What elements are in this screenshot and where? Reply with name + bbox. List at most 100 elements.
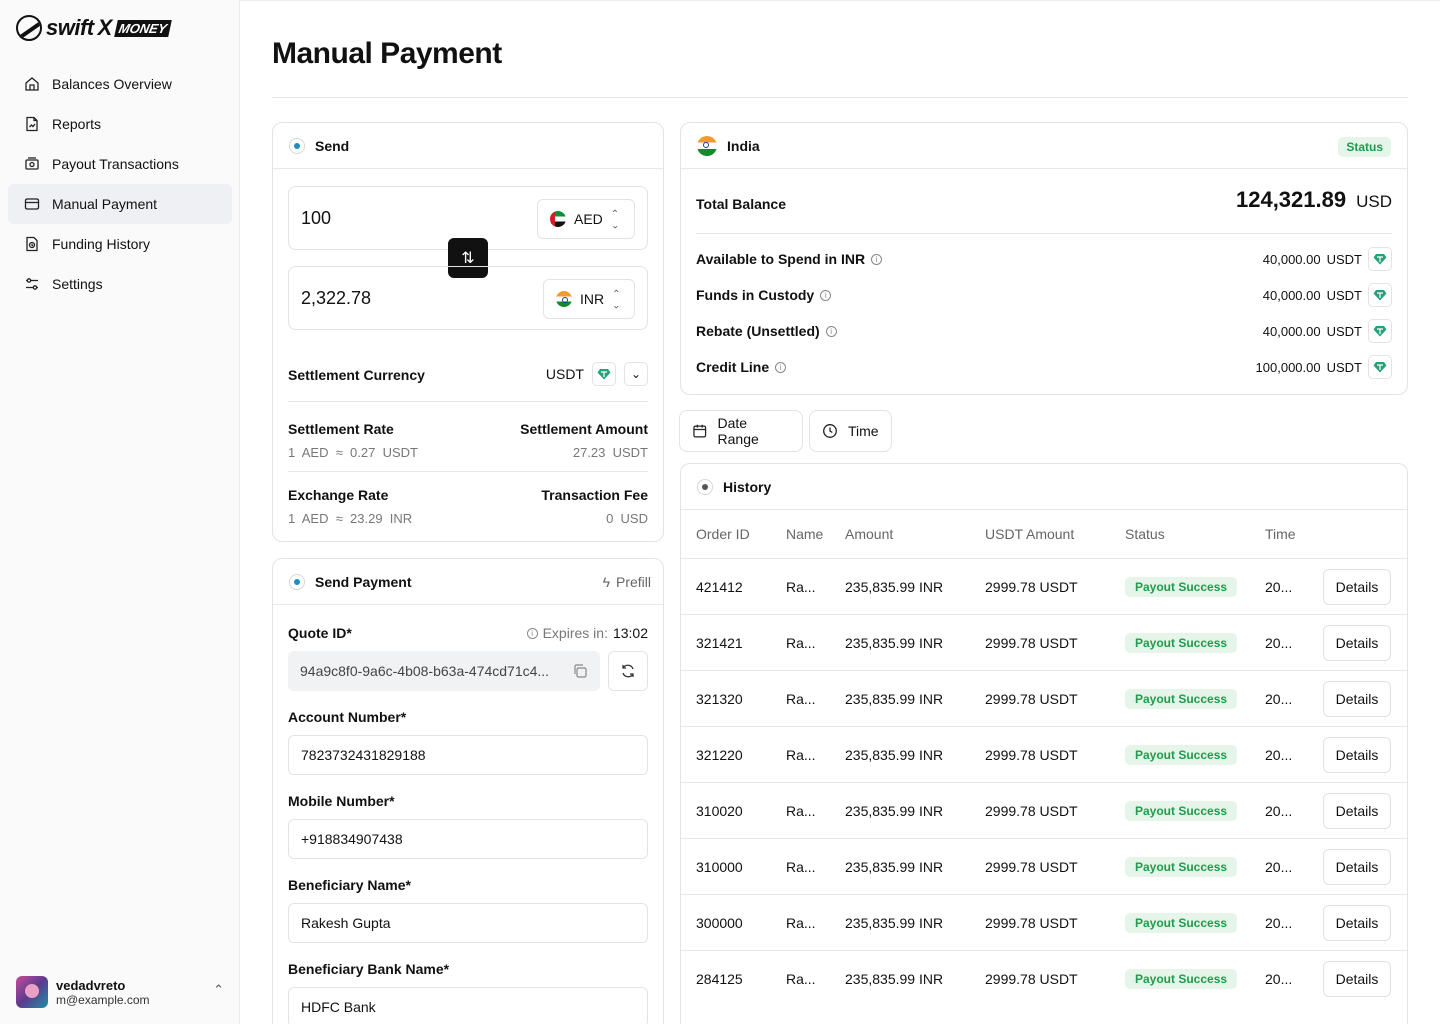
- app-root: swift X MONEY Balances Overview Reports …: [0, 0, 1440, 1024]
- details-button[interactable]: Details: [1323, 905, 1391, 941]
- sidebar-item-funding-history[interactable]: Funding History: [8, 224, 232, 264]
- user-name: vedadvreto: [56, 977, 126, 993]
- sidebar: swift X MONEY Balances Overview Reports …: [0, 0, 240, 1024]
- sidebar-item-reports[interactable]: Reports: [8, 104, 232, 144]
- divider: [288, 401, 648, 402]
- radio-dot-icon: [289, 137, 305, 154]
- history-title: History: [723, 478, 772, 495]
- send-card-header: Send: [273, 123, 663, 169]
- table-header-col-name: Name: [786, 526, 824, 542]
- from-currency-select[interactable]: AED ⌃ ⌃: [537, 199, 635, 239]
- user-menu[interactable]: vedadvreto m@example.com ⌃: [16, 974, 224, 1010]
- date-range-label: Date Range: [717, 415, 759, 447]
- beneficiary-name-input[interactable]: Rakesh Gupta: [288, 903, 648, 943]
- copy-icon[interactable]: [572, 663, 588, 679]
- cell-amount: 235,835.99 INR: [845, 691, 944, 707]
- table-row: 321320 Ra... 235,835.99 INR 2999.78 USDT Pay…: [681, 670, 1407, 726]
- sidebar-item-settings[interactable]: Settings: [8, 264, 232, 304]
- cell-time: 20...: [1265, 691, 1293, 707]
- cell-order-id: 284125: [696, 971, 743, 987]
- quote-id-value: 94a9c8f0-9a6c-4b08-b63a-474cd71c4...: [300, 663, 550, 679]
- total-balance-currency: USD: [1356, 192, 1392, 211]
- date-range-button[interactable]: Date Range: [679, 410, 803, 452]
- usdt-icon: [1368, 355, 1392, 379]
- settlement-currency-select[interactable]: USDT ⌄: [546, 362, 648, 386]
- avatar: [16, 976, 48, 1008]
- cell-order-id: 310000: [696, 859, 743, 875]
- total-balance: 124,321.89 USD: [1236, 187, 1392, 213]
- balance-row: Credit Line i 100,000.00 USDT: [696, 355, 1392, 379]
- usdt-icon: [1368, 319, 1392, 343]
- mobile-number-input[interactable]: +918834907438: [288, 819, 648, 859]
- cell-usdt-amount: 2999.78 USDT: [985, 635, 1078, 651]
- brand-name-suffix: MONEY: [114, 19, 172, 37]
- info-icon[interactable]: i: [775, 361, 787, 373]
- account-number-input[interactable]: 7823732431829188: [288, 735, 648, 775]
- to-amount-input[interactable]: 2,322.78 INR ⌃ ⌃: [288, 266, 648, 330]
- cell-usdt-amount: 2999.78 USDT: [985, 747, 1078, 763]
- sidebar-item-label: Funding History: [52, 236, 151, 252]
- info-icon[interactable]: i: [820, 289, 832, 301]
- cell-usdt-amount: 2999.78 USDT: [985, 915, 1078, 931]
- balance-row-unit: USDT: [1326, 323, 1362, 339]
- balance-row: Available to Spend in INR i 40,000.00 USDT: [696, 247, 1392, 271]
- settlement-rate-value: 1 AED ≈ 0.27 USDT: [288, 445, 418, 460]
- time-filter-button[interactable]: Time: [809, 410, 892, 452]
- to-currency-code: INR: [580, 291, 605, 307]
- details-button[interactable]: Details: [1323, 569, 1391, 605]
- cell-amount: 235,835.99 INR: [845, 971, 944, 987]
- table-header-col-status: Status: [1125, 526, 1165, 542]
- balance-row-value: 40,000.00: [1262, 251, 1321, 267]
- cell-time: 20...: [1265, 971, 1293, 987]
- details-button[interactable]: Details: [1323, 961, 1391, 997]
- total-balance-label: Total Balance: [696, 196, 786, 212]
- info-icon[interactable]: i: [825, 325, 837, 337]
- usdt-icon: [592, 362, 616, 386]
- settlement-currency-value: USDT: [545, 366, 584, 382]
- quote-id-field[interactable]: 94a9c8f0-9a6c-4b08-b63a-474cd71c4...: [288, 651, 600, 691]
- cell-usdt-amount: 2999.78 USDT: [985, 579, 1078, 595]
- send-payment-card: Send Payment ϟ Prefill Quote ID* i Expir…: [272, 558, 664, 1024]
- info-icon[interactable]: i: [871, 253, 883, 265]
- details-button[interactable]: Details: [1323, 681, 1391, 717]
- beneficiary-name-value: Rakesh Gupta: [301, 915, 391, 931]
- sidebar-item-label: Manual Payment: [52, 196, 158, 212]
- to-currency-select[interactable]: INR ⌃ ⌃: [543, 279, 635, 319]
- status-badge: Status: [1338, 137, 1391, 157]
- refresh-quote-button[interactable]: [608, 651, 648, 691]
- country-name: India: [727, 137, 760, 154]
- brand-logo[interactable]: swift X MONEY: [16, 14, 172, 42]
- divider: [696, 233, 1392, 234]
- balance-row-value: 100,000.00: [1255, 359, 1321, 375]
- cell-name: Ra...: [786, 747, 816, 763]
- details-button[interactable]: Details: [1323, 849, 1391, 885]
- cell-time: 20...: [1265, 747, 1293, 763]
- sidebar-item-balances-overview[interactable]: Balances Overview: [8, 64, 232, 104]
- chevron-up-down-icon: ⌃: [213, 982, 224, 997]
- status-badge: Payout Success: [1125, 689, 1238, 709]
- mobile-number-label: Mobile Number*: [288, 793, 395, 809]
- sidebar-item-label: Payout Transactions: [52, 156, 179, 172]
- prefill-button[interactable]: ϟ Prefill: [603, 574, 651, 590]
- beneficiary-bank-input[interactable]: HDFC Bank: [288, 987, 648, 1024]
- cell-name: Ra...: [786, 915, 816, 931]
- beneficiary-bank-value: HDFC Bank: [301, 999, 376, 1015]
- settlement-rate-label: Settlement Rate: [288, 421, 394, 437]
- balance-row-label: Rebate (Unsettled): [696, 323, 820, 339]
- balance-card: India Status Total Balance 124,321.89 US…: [680, 122, 1408, 395]
- status-badge: Payout Success: [1125, 969, 1238, 989]
- details-button[interactable]: Details: [1323, 737, 1391, 773]
- cell-amount: 235,835.99 INR: [845, 747, 944, 763]
- chevron-down-icon[interactable]: ⌄: [624, 362, 648, 386]
- cell-name: Ra...: [786, 859, 816, 875]
- beneficiary-bank-label: Beneficiary Bank Name*: [288, 961, 450, 977]
- sidebar-item-manual-payment[interactable]: Manual Payment: [8, 184, 232, 224]
- table-row: 421412 Ra... 235,835.99 INR 2999.78 USDT Pay…: [681, 558, 1407, 614]
- expires-value: 13:02: [612, 625, 648, 641]
- sidebar-item-payout-transactions[interactable]: Payout Transactions: [8, 144, 232, 184]
- exchange-rate-label: Exchange Rate: [288, 487, 389, 503]
- details-button[interactable]: Details: [1323, 625, 1391, 661]
- details-button[interactable]: Details: [1323, 793, 1391, 829]
- divider: [272, 97, 1408, 98]
- time-filter-label: Time: [848, 423, 879, 439]
